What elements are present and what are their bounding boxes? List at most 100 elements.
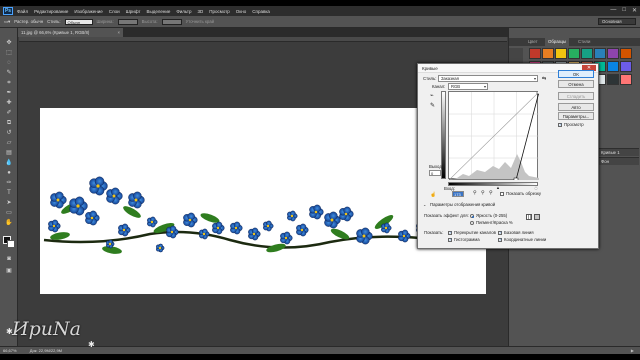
gray-eyedropper-icon[interactable]: ⚲ <box>481 190 485 196</box>
document-tab[interactable]: 11.jpg @ 66,6% (Кривые 1, RGB/8) × <box>18 28 123 37</box>
white-eyedropper-icon[interactable]: ⚲ <box>489 190 493 196</box>
tab-color[interactable]: Цвет <box>525 38 541 46</box>
swatch-cell[interactable] <box>620 48 632 59</box>
cancel-button[interactable]: Отмена <box>558 80 594 88</box>
path-select-tool-icon[interactable]: ➤ <box>5 200 13 207</box>
width-field[interactable] <box>117 18 138 25</box>
curves-graph[interactable] <box>448 90 541 183</box>
screen: Ps Файл Редактирование Изображение Слои … <box>0 0 640 360</box>
dodge-tool-icon[interactable]: ● <box>5 170 13 177</box>
smooth-button[interactable]: Сгладить <box>558 92 594 100</box>
tab-styles[interactable]: Стили <box>575 38 593 46</box>
menu-edit[interactable]: Редактирование <box>34 9 68 14</box>
stamp-tool-icon[interactable]: ⧉ <box>5 120 13 127</box>
targeted-adjust-icon[interactable]: ☝ <box>430 192 436 198</box>
type-tool-icon[interactable]: T <box>5 190 13 197</box>
light-label: Яркость (0-255) <box>476 213 508 218</box>
blur-tool-icon[interactable]: 💧 <box>5 160 13 167</box>
height-field[interactable] <box>161 18 182 25</box>
black-eyedropper-icon[interactable]: ⚲ <box>473 190 477 196</box>
menu-3d[interactable]: 3D <box>197 9 203 14</box>
menu-filter[interactable]: Фильтр <box>176 9 191 14</box>
minimize-icon[interactable]: — <box>610 7 616 14</box>
curve-display-options[interactable]: Параметры отображения кривой <box>430 202 495 207</box>
close-window-icon[interactable]: ✕ <box>632 7 637 14</box>
menu-window[interactable]: Окно <box>236 9 246 14</box>
menu-file[interactable]: Файл <box>17 9 28 14</box>
swatch-cell[interactable] <box>620 74 632 85</box>
history-brush-tool-icon[interactable]: ↺ <box>5 130 13 137</box>
preset-label: Стиль: <box>423 76 437 81</box>
menu-help[interactable]: Справка <box>252 9 270 14</box>
menu-view[interactable]: Просмотр <box>209 9 230 14</box>
draw-curve-icon[interactable]: ✎ <box>430 102 435 109</box>
brush-tool-icon[interactable]: ✐ <box>5 110 13 117</box>
output-field[interactable]: 0 <box>429 170 441 176</box>
preset-options-icon[interactable]: ⇆ <box>542 76 546 82</box>
light-radio[interactable] <box>470 214 474 218</box>
quick-mask-icon[interactable]: ◙ <box>5 256 13 263</box>
intersection-line-checkbox[interactable] <box>498 237 502 242</box>
preview-label: Просмотр <box>564 122 584 127</box>
crop-tool-icon[interactable]: ⌗ <box>5 80 13 87</box>
swatch-cell[interactable] <box>607 74 619 85</box>
refine-edge-button[interactable]: Уточнить край <box>186 19 214 24</box>
swatch-cell[interactable] <box>568 48 580 59</box>
swatch-cell[interactable] <box>542 48 554 59</box>
white-point-slider-icon[interactable]: ▲ <box>534 185 538 190</box>
swatch-cell[interactable] <box>607 48 619 59</box>
preview-checkbox[interactable] <box>558 122 562 127</box>
baseline-checkbox[interactable] <box>498 230 502 235</box>
swatch-cell[interactable] <box>620 61 632 72</box>
healing-tool-icon[interactable]: ✚ <box>5 100 13 107</box>
zoom-readout[interactable]: 66,67% <box>3 348 17 353</box>
swatch-cell[interactable] <box>555 48 567 59</box>
tool-preset-icon[interactable]: ▭▾ <box>4 19 10 25</box>
workspace-switcher[interactable]: Основная <box>598 18 636 25</box>
screen-mode-icon[interactable]: ▣ <box>5 268 13 275</box>
swatch-cell[interactable] <box>607 61 619 72</box>
document-info[interactable]: Док: 22,9M/22,9M <box>30 348 62 353</box>
swatch-cell[interactable] <box>581 48 593 59</box>
eyedropper-tool-icon[interactable]: ✒ <box>5 90 13 97</box>
watermark-star-icon: ✱ <box>88 340 95 349</box>
close-tab-icon[interactable]: × <box>117 28 120 37</box>
menu-select[interactable]: Выделение <box>146 9 170 14</box>
background-color-swatch[interactable] <box>7 240 15 248</box>
channel-overlays-checkbox[interactable] <box>448 230 452 235</box>
tab-swatches[interactable]: Образцы <box>545 38 570 46</box>
menu-image[interactable]: Изображение <box>74 9 102 14</box>
auto-button[interactable]: Авто <box>558 103 594 111</box>
hand-tool-icon[interactable]: ✋ <box>5 220 13 227</box>
flower-mark <box>324 211 341 229</box>
move-tool-icon[interactable]: ✥ <box>5 40 13 47</box>
quick-select-tool-icon[interactable]: ✎ <box>5 70 13 77</box>
menu-type[interactable]: Шрифт <box>126 9 141 14</box>
marquee-tool-icon[interactable]: ⬚ <box>5 50 13 57</box>
ok-button[interactable]: OK <box>558 70 594 78</box>
menu-layers[interactable]: Слои <box>109 9 120 14</box>
shape-tool-icon[interactable]: ▭ <box>5 210 13 217</box>
eraser-tool-icon[interactable]: ▱ <box>5 140 13 147</box>
swatch-cell[interactable] <box>594 48 606 59</box>
edit-points-icon[interactable]: ⌁ <box>430 92 434 99</box>
detailed-grid-icon[interactable] <box>534 214 540 220</box>
chevron-down-icon[interactable]: ⌄ <box>423 202 426 207</box>
lasso-tool-icon[interactable]: ◌ <box>5 60 13 67</box>
simple-grid-icon[interactable] <box>526 214 532 220</box>
style-select[interactable]: Обычн <box>64 18 93 25</box>
swatch-cell[interactable] <box>529 48 541 59</box>
status-expand-icon[interactable]: ▶ <box>631 347 634 354</box>
preset-select[interactable]: Заказная ▾ <box>438 75 538 82</box>
pigment-radio[interactable] <box>470 221 474 225</box>
options-button[interactable]: Параметры... <box>558 112 594 120</box>
window-controls: — □ ✕ <box>610 7 637 14</box>
pen-tool-icon[interactable]: ✑ <box>5 180 13 187</box>
show-clipping-checkbox[interactable] <box>500 192 504 196</box>
gradient-tool-icon[interactable]: ▤ <box>5 150 13 157</box>
black-point-slider-icon[interactable]: ▲ <box>496 185 500 190</box>
channel-select[interactable]: RGB ▾ <box>448 83 488 90</box>
maximize-icon[interactable]: □ <box>622 7 626 14</box>
input-field[interactable]: 173 <box>452 191 464 197</box>
histogram-checkbox[interactable] <box>448 237 452 242</box>
